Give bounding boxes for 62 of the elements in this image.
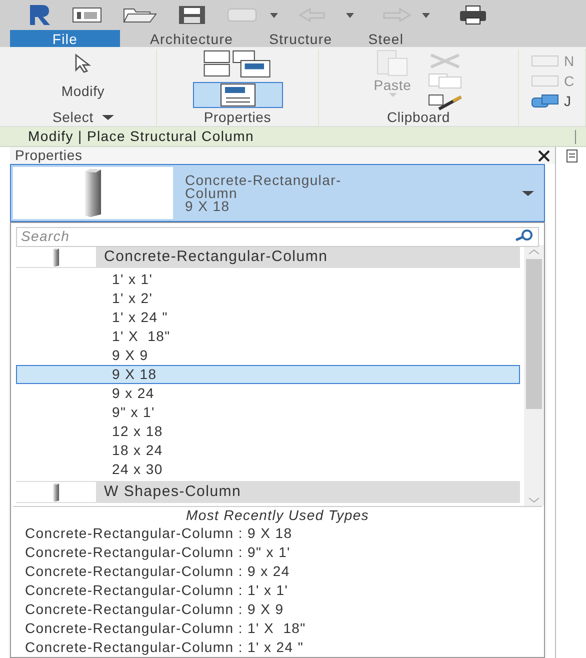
- match-properties-icon[interactable]: [427, 93, 464, 111]
- recent-type-item[interactable]: Concrete-Rectangular-Column : 9 X 18: [13, 524, 542, 543]
- caret-icon: [522, 190, 534, 196]
- scrollbar[interactable]: [524, 245, 544, 506]
- column-icon: [82, 168, 104, 218]
- type-item[interactable]: 9 X 9: [16, 346, 520, 365]
- family-header[interactable]: Concrete-Rectangular-Column: [16, 246, 520, 268]
- panel-title[interactable]: Select: [52, 106, 94, 128]
- type-name: 9 X 18: [185, 200, 230, 212]
- family-name: Concrete-Rectangular-Column: [103, 246, 328, 267]
- type-family: Concrete-Rectangular-Column: [185, 174, 342, 200]
- app-logo-icon[interactable]: [28, 4, 52, 26]
- panel-title: Properties: [204, 108, 272, 127]
- print-icon[interactable]: [458, 5, 488, 25]
- tool-icon: [530, 53, 560, 69]
- type-item[interactable]: 9 X 18: [16, 365, 520, 384]
- recent-type-item[interactable]: Concrete-Rectangular-Column : 9" x 1': [13, 543, 542, 562]
- open-folder-icon[interactable]: [122, 6, 158, 24]
- caret-icon: [388, 93, 396, 97]
- type-item[interactable]: 1' x 1': [16, 270, 520, 289]
- scroll-thumb[interactable]: [526, 259, 542, 409]
- ribbon-tab[interactable]: File: [10, 30, 120, 47]
- recent-type-item[interactable]: Concrete-Rectangular-Column : 9 x 24: [13, 562, 542, 581]
- type-item[interactable]: 1' x 2': [16, 289, 520, 308]
- scroll-up-icon: [528, 248, 540, 256]
- modify-button[interactable]: Modify: [61, 49, 105, 108]
- ribbon-tab[interactable]: Architecture: [150, 30, 234, 47]
- recent-type-item[interactable]: Concrete-Rectangular-Column : 1' x 1': [13, 581, 542, 600]
- geometry-tool-button[interactable]: J: [530, 93, 574, 109]
- column-icon: [51, 248, 61, 266]
- tool-icon: [530, 73, 560, 89]
- column-icon: [51, 482, 61, 502]
- recent-types-heading: Most Recently Used Types: [184, 507, 370, 524]
- search-field[interactable]: Search: [16, 226, 539, 246]
- properties-icon: [218, 82, 258, 107]
- family-header[interactable]: W Shapes-Column: [16, 481, 520, 503]
- recent-type-item[interactable]: Concrete-Rectangular-Column : 1' X 18": [13, 619, 542, 638]
- recent-type-item[interactable]: Concrete-Rectangular-Column : 1' x 24 ": [13, 638, 542, 657]
- type-item[interactable]: 24 x 30: [16, 460, 520, 479]
- cursor-icon: [73, 53, 93, 73]
- type-item[interactable]: 18 x 24: [16, 441, 520, 460]
- type-item[interactable]: 1' X 18": [16, 327, 520, 346]
- context-title: Modify | Place Structural Column: [28, 127, 256, 146]
- search-icon: [513, 229, 535, 241]
- panel-title: Clipboard: [386, 108, 450, 127]
- ribbon-tab[interactable]: Structure: [269, 30, 332, 47]
- panel-title: Properties: [15, 146, 82, 165]
- scroll-down-icon: [528, 496, 540, 504]
- type-selector[interactable]: Concrete-Rectangular-Column 9 X 18: [10, 164, 545, 222]
- recent-type-item[interactable]: Concrete-Rectangular-Column : 9 X 9: [13, 600, 542, 619]
- ribbon-tab[interactable]: Steel: [368, 30, 404, 47]
- type-item[interactable]: 12 x 18: [16, 422, 520, 441]
- caret-icon[interactable]: [102, 114, 114, 120]
- join-icon: [530, 93, 560, 109]
- save-icon[interactable]: [178, 5, 206, 25]
- type-item[interactable]: 1' x 24 ": [16, 308, 520, 327]
- type-item[interactable]: 9 x 24: [16, 384, 520, 403]
- close-icon[interactable]: [537, 150, 551, 162]
- browser-icon[interactable]: [566, 149, 578, 163]
- family-name: W Shapes-Column: [103, 482, 242, 502]
- properties-button[interactable]: [192, 82, 282, 108]
- type-item[interactable]: 9" x 1': [16, 403, 520, 422]
